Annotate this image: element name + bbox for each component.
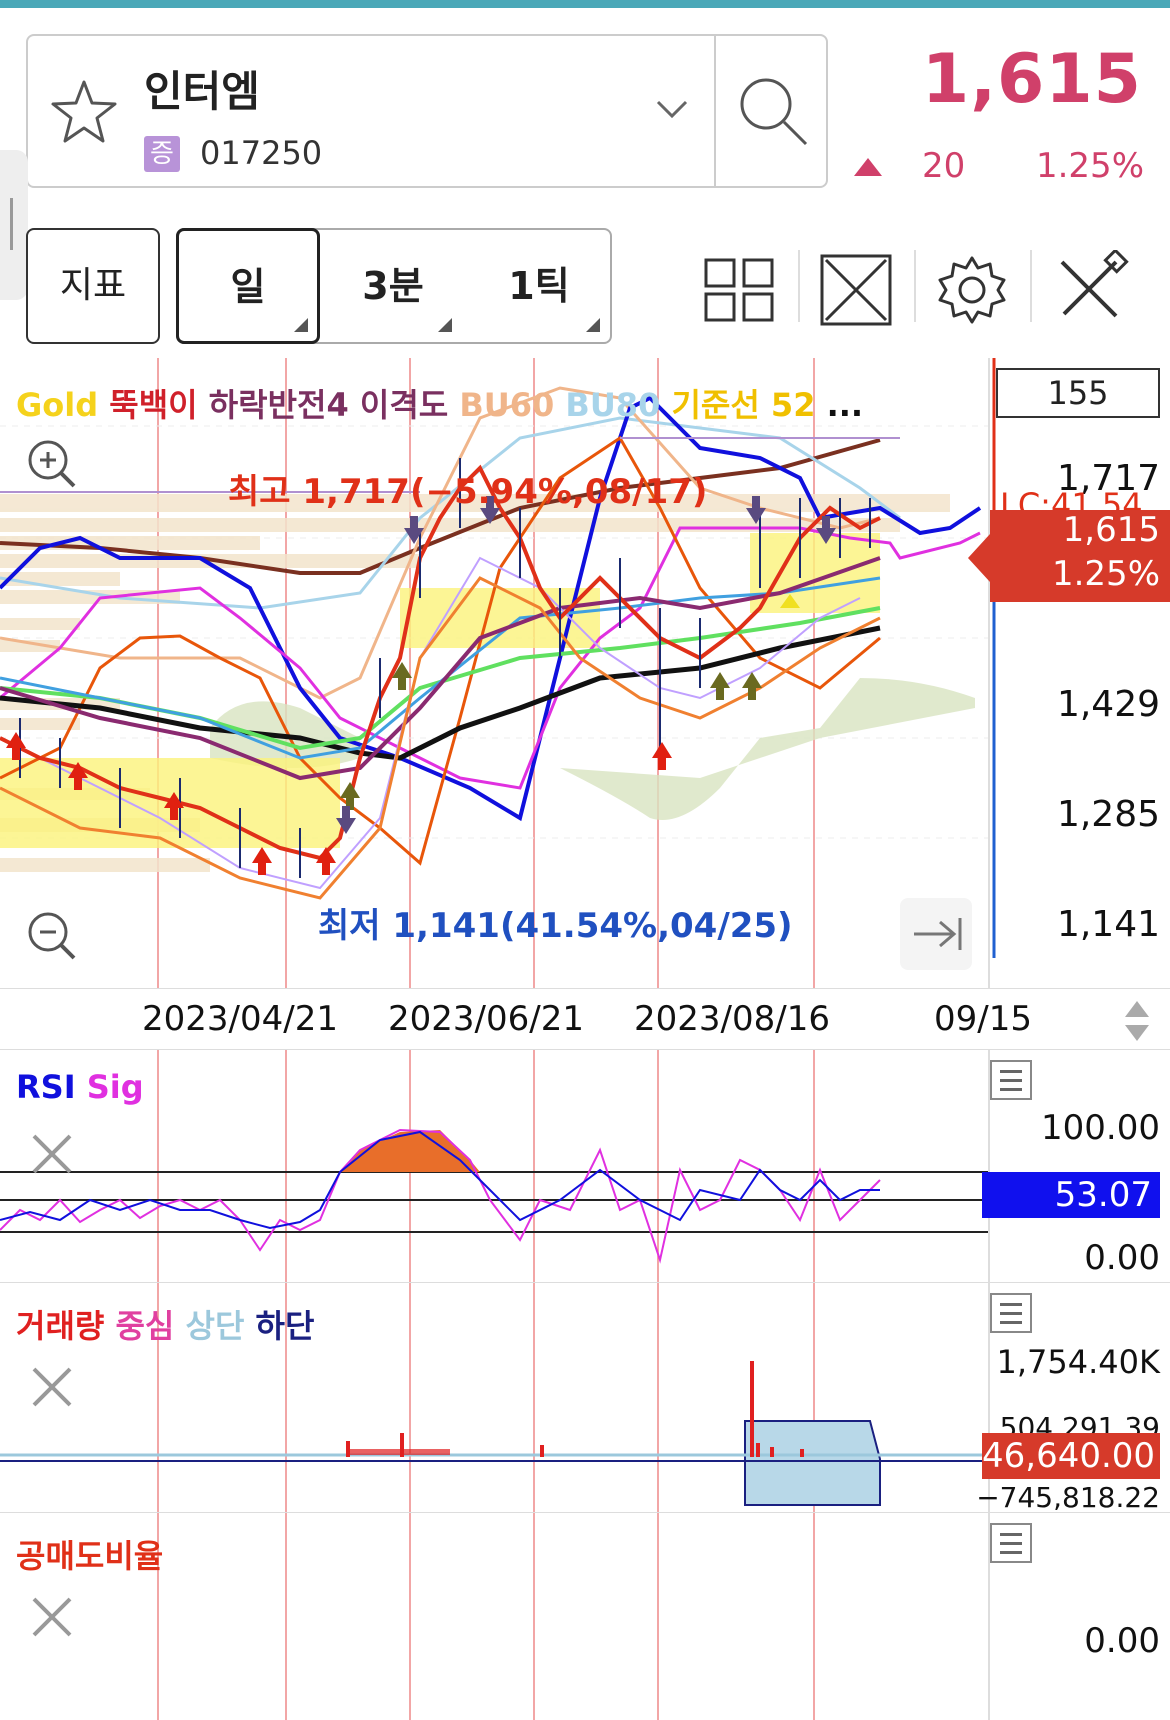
price-tag-price: 1,615: [1062, 510, 1160, 550]
legend-item: 기준선 52: [671, 386, 827, 424]
dropdown-corner-icon: [586, 318, 600, 332]
layout-icon[interactable]: [700, 250, 780, 330]
legend-item: Gold: [16, 386, 110, 424]
price-tag-pct: 1.25%: [1051, 554, 1160, 594]
fullscreen-icon[interactable]: [816, 250, 896, 330]
price-chart-canvas: [0, 358, 996, 988]
current-price: 1,615: [921, 40, 1142, 119]
period-selector[interactable]: 일 3분 1틱: [176, 228, 612, 344]
dropdown-corner-icon: [438, 318, 452, 332]
menu-icon[interactable]: [990, 1523, 1032, 1563]
chevron-down-icon[interactable]: [652, 94, 692, 124]
volume-panel[interactable]: 거래량 중심 상단 하단 1,754.40K 504,291.39 46,640…: [0, 1282, 1170, 1512]
side-drawer-handle[interactable]: [0, 150, 28, 300]
rsi-current-tag: 53.07: [982, 1172, 1160, 1218]
scroll-to-latest-button[interactable]: [900, 898, 972, 970]
legend-item: 하락반전4: [208, 386, 360, 424]
main-price-chart[interactable]: Gold 뚝백이 하락반전4 이격도 BU60 BU80 기준선 52 ... …: [0, 358, 1170, 988]
indicator-legend[interactable]: Gold 뚝백이 하락반전4 이격도 BU60 BU80 기준선 52 ...: [16, 380, 863, 426]
x-tick-label: 2023/06/21: [388, 999, 584, 1039]
short-selling-title: 공매도비율: [16, 1537, 164, 1575]
y-tick-label: 1,429: [1056, 684, 1160, 725]
dropdown-corner-icon: [294, 318, 308, 332]
volume-title-part: 상단: [185, 1307, 256, 1345]
volume-max: 1,754.40K: [996, 1343, 1160, 1381]
divider: [798, 250, 800, 322]
menu-icon[interactable]: [990, 1060, 1032, 1100]
low-annotation: 최저 1,141(41.54%,04/25): [318, 906, 793, 946]
zoom-out-icon[interactable]: [24, 908, 80, 964]
price-change: 20: [922, 146, 966, 186]
divider: [914, 250, 916, 322]
zoom-in-icon[interactable]: [24, 436, 80, 492]
legend-item: ...: [826, 386, 864, 424]
favorite-star-icon[interactable]: [50, 78, 118, 146]
close-icon[interactable]: [28, 1363, 76, 1411]
market-badge: 증: [144, 136, 180, 172]
legend-item: BU80: [565, 386, 672, 424]
volume-title-part: 거래량: [16, 1307, 116, 1345]
close-icon[interactable]: [28, 1593, 76, 1641]
volume-value-box: 155: [996, 368, 1160, 418]
divider: [714, 36, 716, 186]
close-icon[interactable]: [28, 1130, 76, 1178]
x-axis[interactable]: 2023/04/21 2023/06/21 2023/08/16 09/15: [0, 988, 1170, 1050]
volume-current-tag: 46,640.00: [982, 1433, 1160, 1479]
volume-title-part: 하단: [255, 1307, 315, 1345]
x-tick-label: 2023/08/16: [634, 999, 830, 1039]
legend-item: BU60: [459, 386, 566, 424]
volume-lower: −745,818.22: [976, 1481, 1160, 1512]
tools-icon[interactable]: [1050, 250, 1130, 330]
volume-title: 거래량 중심 상단 하단: [16, 1301, 314, 1347]
volume-title-part: 중심: [115, 1307, 186, 1345]
legend-item: 뚝백이: [109, 386, 209, 424]
short-selling-panel[interactable]: 공매도비율 0.00: [0, 1512, 1170, 1720]
x-tick-label: 09/15: [934, 999, 1032, 1039]
rsi-panel[interactable]: RSI Sig 100.00 53.07 0.00: [0, 1050, 1170, 1282]
price-change-percent: 1.25%: [1035, 146, 1144, 186]
jump-end-icon: [914, 918, 962, 950]
divider: [1030, 250, 1032, 322]
rsi-top-value: 100.00: [1041, 1108, 1160, 1148]
stock-name: 인터엠: [144, 67, 260, 116]
y-tick-label: 1,141: [1056, 904, 1160, 945]
short-selling-value: 0.00: [1084, 1621, 1160, 1661]
resize-arrows-icon[interactable]: [1122, 999, 1152, 1043]
rsi-label: RSI: [16, 1068, 76, 1106]
y-tick-label: 1,285: [1056, 794, 1160, 835]
rsi-bottom-value: 0.00: [1084, 1238, 1160, 1278]
settings-icon[interactable]: [932, 250, 1012, 330]
menu-icon[interactable]: [990, 1293, 1032, 1333]
sig-label: Sig: [86, 1068, 144, 1106]
indicator-button[interactable]: 지표: [26, 228, 160, 344]
top-accent-bar: [0, 0, 1170, 8]
stock-code: 017250: [200, 134, 323, 172]
high-annotation: 최고 1,717(−5.94%,08/17): [228, 472, 708, 512]
search-icon[interactable]: [728, 66, 818, 156]
stock-selector[interactable]: 인터엠 증 017250: [26, 34, 828, 188]
legend-item: 이격도: [359, 386, 460, 424]
current-price-tag: 1,615 1.25%: [968, 510, 1170, 602]
up-arrow-icon: [854, 158, 882, 176]
rsi-title: RSI Sig: [16, 1068, 144, 1106]
x-tick-label: 2023/04/21: [142, 999, 338, 1039]
